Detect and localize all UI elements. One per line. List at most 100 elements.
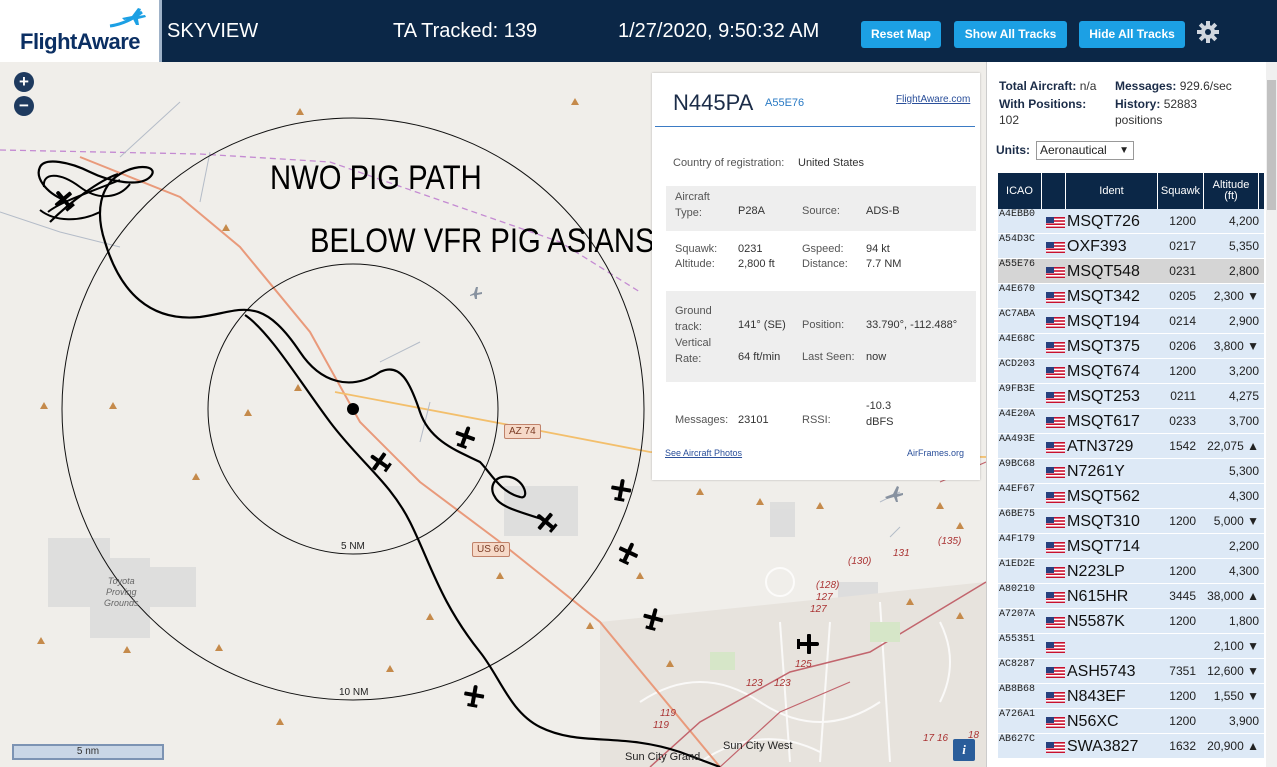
us-flag-icon	[1046, 692, 1065, 703]
row-ident: N7261Y	[1067, 463, 1125, 480]
row-squawk	[1158, 534, 1198, 559]
us-flag-icon	[1046, 342, 1065, 353]
gear-icon[interactable]	[1196, 20, 1220, 44]
place-label-sun-city-west: Sun City West	[723, 740, 793, 752]
zoom-out-button[interactable]: −	[14, 96, 34, 116]
route-number: 131	[893, 548, 910, 559]
route-number: 127	[816, 592, 833, 603]
table-row[interactable]: A6BE75 MSQT310 1200 5,000 ▼	[998, 509, 1264, 534]
row-altitude: 20,900 ▲	[1207, 739, 1259, 753]
sidebar-scrollbar-thumb[interactable]	[1267, 80, 1276, 210]
zoom-in-button[interactable]: +	[14, 72, 34, 92]
us-flag-icon	[1046, 567, 1065, 578]
last-seen-label: Last Seen:	[802, 351, 855, 363]
table-row[interactable]: A54D3C OXF393 0217 5,350	[998, 234, 1264, 259]
row-flag	[1043, 334, 1065, 359]
table-row[interactable]: A7207A N5587K 1200 1,800	[998, 609, 1264, 634]
popup-track-row: Ground track: 141° (SE) Position: 33.790…	[666, 291, 976, 382]
row-icao: ACD203	[999, 359, 1036, 370]
route-number: (128)	[816, 580, 840, 591]
table-row[interactable]: A4E670 MSQT342 0205 2,300 ▼	[998, 284, 1264, 309]
show-all-tracks-button[interactable]: Show All Tracks	[954, 21, 1067, 48]
row-squawk: 1200	[1169, 689, 1196, 703]
row-squawk: 3445	[1169, 589, 1196, 603]
col-altitude[interactable]: Altitude (ft)	[1204, 173, 1259, 209]
ring-label-5nm: 5 NM	[341, 541, 365, 552]
table-row[interactable]: AC8287 ASH5743 7351 12,600 ▼	[998, 659, 1264, 684]
units-select[interactable]: Aeronautical ▼	[1036, 141, 1134, 160]
col-icao[interactable]: ICAO	[998, 173, 1042, 209]
aircraft-photos-link[interactable]: See Aircraft Photos	[665, 448, 742, 458]
table-row[interactable]: A4E68C MSQT375 0206 3,800 ▼	[998, 334, 1264, 359]
us-flag-icon	[1046, 542, 1065, 553]
row-icao: A4E68C	[999, 334, 1036, 345]
col-squawk[interactable]: Squawk	[1158, 173, 1204, 209]
row-squawk: 1200	[1169, 514, 1196, 528]
info-button[interactable]: i	[953, 739, 975, 761]
row-altitude: 1,800	[1228, 614, 1259, 628]
total-aircraft-value: n/a	[1079, 79, 1097, 93]
row-ident: N56XC	[1067, 713, 1119, 730]
messages-rate-value: 929.6/sec	[1179, 79, 1232, 93]
table-row[interactable]: A1ED2E N223LP 1200 4,300	[998, 559, 1264, 584]
row-icao: A9FB3E	[999, 384, 1036, 395]
reset-map-button[interactable]: Reset Map	[861, 21, 941, 48]
row-ident: N615HR	[1067, 588, 1129, 605]
table-row[interactable]: A9FB3E MSQT253 0211 4,275	[998, 384, 1264, 409]
row-flag	[1043, 234, 1065, 259]
row-flag	[1043, 459, 1065, 484]
row-ident: MSQT726	[1067, 213, 1140, 230]
hide-all-tracks-button[interactable]: Hide All Tracks	[1079, 21, 1185, 48]
row-ident: SWA3827	[1067, 738, 1139, 755]
us-flag-icon	[1046, 492, 1065, 503]
us-flag-icon	[1046, 592, 1065, 603]
us-flag-icon	[1046, 242, 1065, 253]
popup-hex-code[interactable]: A55E76	[765, 97, 804, 109]
overlay-text-line1: NWO PIG PATH	[270, 159, 482, 197]
row-squawk: 1200	[1169, 564, 1196, 578]
map-canvas[interactable]: + − NWO PIG PATH BELOW VFR PIG ASIANS 5 …	[0, 62, 986, 767]
table-row[interactable]: A4EF67 MSQT562 4,300	[998, 484, 1264, 509]
tracked-count: TA Tracked: 139	[393, 20, 538, 42]
row-flag	[1043, 609, 1065, 634]
row-altitude: 4,300	[1228, 564, 1259, 578]
table-row[interactable]: A726A1 N56XC 1200 3,900	[998, 709, 1264, 734]
col-flag[interactable]	[1042, 173, 1066, 209]
flightaware-logo[interactable]: FlightAware	[0, 0, 162, 62]
table-row[interactable]: AA493E ATN3729 1542 22,075 ▲	[998, 434, 1264, 459]
row-altitude: 2,800	[1228, 264, 1259, 278]
table-row[interactable]: A55E76 MSQT548 0231 2,800	[998, 259, 1264, 284]
table-row[interactable]: AC7ABA MSQT194 0214 2,900	[998, 309, 1264, 334]
route-number: (135)	[938, 536, 962, 547]
table-row[interactable]: A55351 2,100 ▼	[998, 634, 1264, 659]
aircraft-type-label: Aircraft Type:	[675, 191, 710, 219]
row-squawk	[1158, 634, 1198, 659]
row-icao: A55E76	[999, 259, 1036, 270]
table-row[interactable]: A4F179 MSQT714 2,200	[998, 534, 1264, 559]
row-altitude: 12,600 ▼	[1207, 664, 1259, 678]
popup-messages-row: Messages: 23101 RSSI: -10.3 dBFS	[666, 395, 976, 435]
table-row[interactable]: AB627C SWA3827 1632 20,900 ▲	[998, 734, 1264, 759]
table-row[interactable]: A80210 N615HR 3445 38,000 ▲	[998, 584, 1264, 609]
row-flag	[1043, 434, 1065, 459]
table-row[interactable]: A4EBB0 MSQT726 1200 4,200	[998, 209, 1264, 234]
route-number: 119	[653, 720, 669, 731]
row-squawk: 0206	[1169, 339, 1196, 353]
airframes-link[interactable]: AirFrames.org	[907, 448, 964, 458]
row-squawk: 0233	[1169, 414, 1196, 428]
row-squawk: 0217	[1169, 239, 1196, 253]
table-row[interactable]: ACD203 MSQT674 1200 3,200	[998, 359, 1264, 384]
table-row[interactable]: AB8B68 N843EF 1200 1,550 ▼	[998, 684, 1264, 709]
popup-squawk-row: Squawk: 0231 Gspeed: 94 kt Altitude: 2,8…	[666, 237, 976, 273]
row-icao: A9BC68	[999, 459, 1036, 470]
col-ident[interactable]: Ident	[1066, 173, 1158, 209]
us-flag-icon	[1046, 417, 1065, 428]
row-icao: A55351	[999, 634, 1036, 645]
ground-track-label: Ground track:	[675, 305, 712, 333]
popup-flightaware-link[interactable]: FlightAware.com	[896, 94, 970, 105]
table-row[interactable]: A9BC68 N7261Y 5,300	[998, 459, 1264, 484]
table-row[interactable]: A4E20A MSQT617 0233 3,700	[998, 409, 1264, 434]
row-flag	[1043, 584, 1065, 609]
row-ident: MSQT714	[1067, 538, 1140, 555]
row-squawk: 7351	[1169, 664, 1196, 678]
